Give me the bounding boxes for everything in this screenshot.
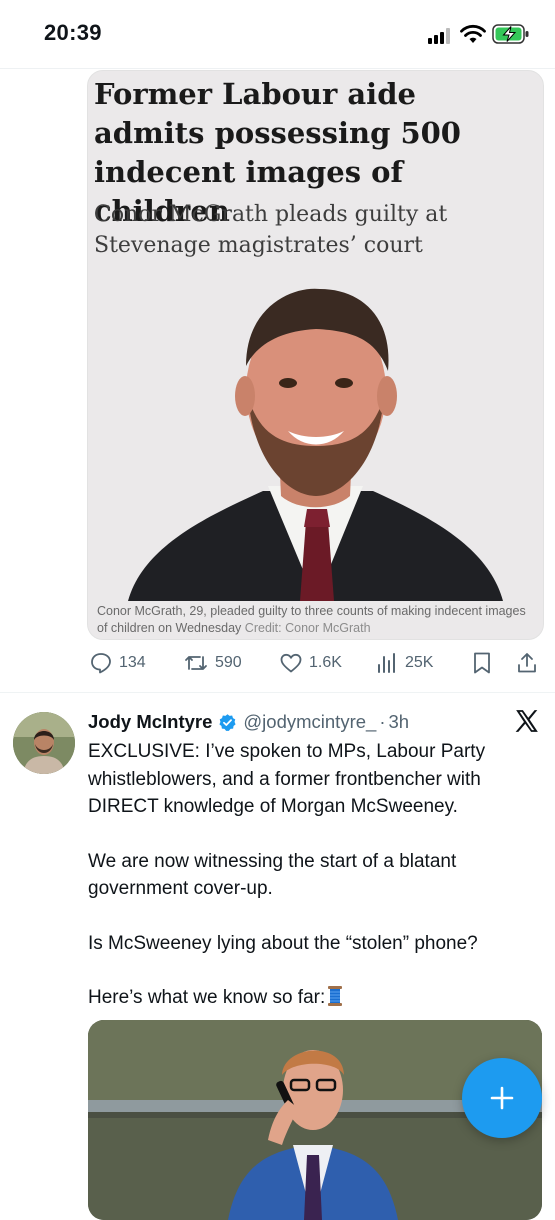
bookmark-button[interactable] xyxy=(471,648,493,678)
article-caption: Conor McGrath, 29, pleaded guilty to thr… xyxy=(97,603,537,637)
tweet-divider xyxy=(0,692,555,693)
caption-credit: Credit: Conor McGrath xyxy=(244,621,371,635)
tweet-action-bar: 134 590 1.6K 25K xyxy=(87,648,547,678)
author-handle[interactable]: @jodymcintyre_ xyxy=(243,711,376,733)
share-icon xyxy=(518,653,536,673)
bookmark-icon xyxy=(474,652,490,674)
post-paragraph: We are now witnessing the start of a bla… xyxy=(88,850,457,900)
repost-button[interactable]: 590 xyxy=(183,648,242,678)
news-article-image[interactable]: Former Labour aide admits possessing 500… xyxy=(87,70,544,640)
views-button[interactable]: 25K xyxy=(375,648,433,678)
post-text: EXCLUSIVE: I’ve spoken to MPs, Labour Pa… xyxy=(88,738,543,1039)
like-count: 1.6K xyxy=(309,654,342,671)
wifi-icon xyxy=(460,24,486,43)
avatar[interactable] xyxy=(13,712,75,774)
repost-count: 590 xyxy=(215,654,242,671)
x-logo-icon[interactable] xyxy=(514,708,540,734)
meta-separator: · xyxy=(379,711,386,732)
repost-icon xyxy=(185,656,207,670)
verified-badge-icon xyxy=(219,713,236,731)
post-paragraph: Here’s what we know so far: xyxy=(88,987,326,1008)
portrait-photo xyxy=(128,288,503,601)
post-header: Jody McIntyre @jodymcintyre_ · 3h xyxy=(88,707,409,737)
article-subheadline: Conor McGrath pleads guilty at Stevenage… xyxy=(94,202,448,258)
compose-post-button[interactable] xyxy=(462,1058,542,1138)
post-paragraph: EXCLUSIVE: I’ve spoken to MPs, Labour Pa… xyxy=(88,741,486,817)
battery-charging-icon xyxy=(492,24,529,44)
signal-icon xyxy=(428,28,454,44)
post-paragraph: Is McSweeney lying about the “stolen” ph… xyxy=(88,932,478,954)
plus-icon xyxy=(490,1086,514,1110)
reply-count: 134 xyxy=(119,654,146,671)
status-time: 20:39 xyxy=(44,20,102,45)
share-button[interactable] xyxy=(515,648,539,678)
like-button[interactable]: 1.6K xyxy=(279,648,342,678)
like-icon xyxy=(280,653,302,673)
views-count: 25K xyxy=(405,654,434,671)
reply-button[interactable]: 134 xyxy=(89,648,146,678)
avatar-image xyxy=(13,712,75,774)
thread-spool-icon xyxy=(328,986,343,1006)
author-name[interactable]: Jody McIntyre xyxy=(88,711,212,733)
post-paragraph-last: Here’s what we know so far: xyxy=(88,984,543,1012)
status-bar: 20:39 xyxy=(0,0,555,69)
views-icon xyxy=(378,653,395,673)
reply-icon xyxy=(91,653,111,674)
post-time[interactable]: 3h xyxy=(388,711,409,733)
